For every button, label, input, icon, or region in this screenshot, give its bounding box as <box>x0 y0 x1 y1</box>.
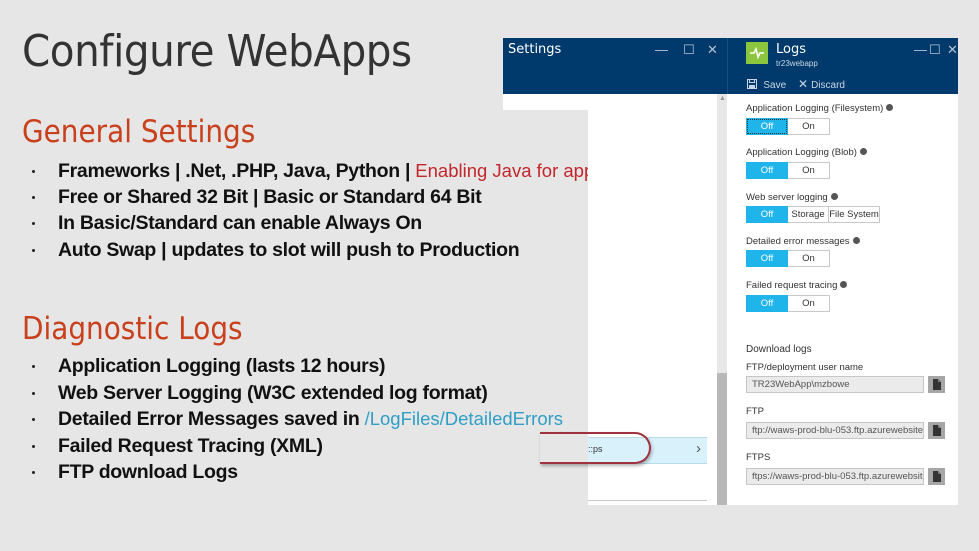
info-icon[interactable] <box>886 104 894 111</box>
toggle-option-off[interactable]: Off <box>746 250 788 267</box>
slide-title: Configure WebApps <box>22 26 412 77</box>
bullet-text: Detailed Error Messages saved in <box>58 408 365 430</box>
copy-icon <box>932 471 941 482</box>
ftp-url-field[interactable]: ftp://waws-prod-blu-053.ftp.azurewebsite… <box>746 422 924 439</box>
discard-button[interactable]: ✕ Discard <box>798 77 845 91</box>
diagnostic-logs-list: Application Logging (lasts 12 hours) Web… <box>30 353 563 486</box>
bullet-dot <box>32 248 35 252</box>
minimize-button[interactable]: — <box>655 42 668 57</box>
app-logging-filesystem-toggle[interactable]: Off On <box>746 118 830 135</box>
bullet-item: Detailed Error Messages saved in /LogFil… <box>30 406 563 433</box>
label-text: Failed request tracing <box>746 280 838 291</box>
toggle-option-off[interactable]: Off <box>746 206 788 223</box>
label-text: Detailed error messages <box>746 236 850 247</box>
label-text: Web server logging <box>746 192 828 203</box>
toggle-option-off[interactable]: Off <box>746 295 788 312</box>
save-button[interactable]: Save <box>747 77 786 91</box>
ftp-label: FTP <box>746 406 764 417</box>
toggle-option-on[interactable]: On <box>788 118 830 135</box>
discard-icon: ✕ <box>798 77 809 91</box>
bullet-item: Failed Request Tracing (XML) <box>30 433 563 460</box>
settings-blade-title: Settings <box>508 42 562 57</box>
bullet-text: Auto Swap | updates to slot will push to… <box>58 238 520 261</box>
ftps-url-field[interactable]: ftps://waws-prod-blu-053.ftp.azurewebsit… <box>746 468 924 485</box>
bullet-text: FTP download Logs <box>58 461 238 483</box>
bullet-item: Application Logging (lasts 12 hours) <box>30 353 563 380</box>
close-button[interactable]: ✕ <box>707 42 718 58</box>
toggle-option-on[interactable]: On <box>788 162 830 179</box>
app-logging-blob-toggle[interactable]: Off On <box>746 162 830 179</box>
toggle-option-off[interactable]: Off <box>746 162 788 179</box>
settings-blade-body-top <box>503 94 717 110</box>
info-icon[interactable] <box>840 281 848 288</box>
failed-request-tracing-label: Failed request tracing <box>746 280 848 291</box>
bullet-dot <box>32 365 35 368</box>
bullet-item: Web Server Logging (W3C extended log for… <box>30 380 563 407</box>
divider <box>588 500 707 501</box>
bullet-text: Web Server Logging (W3C extended log for… <box>58 381 488 404</box>
discard-label: Discard <box>811 80 845 91</box>
toggle-option-off[interactable]: Off <box>746 118 788 135</box>
info-icon[interactable] <box>852 237 860 244</box>
bullet-dot <box>32 170 35 173</box>
activity-pulse-icon <box>746 42 768 64</box>
label-text: Application Logging (Blob) <box>746 147 857 158</box>
bullet-text: Free or Shared 32 Bit | Basic or Standar… <box>58 185 482 208</box>
ftp-user-field[interactable]: TR23WebApp\mzbowe <box>746 376 924 393</box>
ftps-label: FTPS <box>746 452 771 463</box>
web-server-logging-label: Web server logging <box>746 192 838 203</box>
bullet-dot <box>32 471 35 474</box>
minimize-button[interactable]: — <box>914 42 927 57</box>
web-server-logging-toggle[interactable]: Off Storage File System <box>746 206 880 223</box>
toggle-option-on[interactable]: On <box>788 295 830 312</box>
toggle-option-file-system[interactable]: File System <box>829 206 880 223</box>
logs-blade-subtitle: tr23webapp <box>776 59 818 68</box>
app-logging-blob-label: Application Logging (Blob) <box>746 147 867 158</box>
copy-button[interactable] <box>928 422 945 439</box>
settings-scrollbar[interactable]: ▲ <box>717 94 727 505</box>
failed-request-tracing-toggle[interactable]: Off On <box>746 295 830 312</box>
download-logs-heading: Download logs <box>746 344 812 355</box>
bullet-text: In Basic/Standard can enable Always On <box>58 212 422 234</box>
bullet-text: Frameworks | .Net, .PHP, Java, Python | <box>58 160 416 182</box>
bullet-dot <box>32 418 35 421</box>
bullet-item: FTP download Logs <box>30 459 563 486</box>
bullet-note: /LogFiles/DetailedErrors <box>364 408 564 429</box>
detailed-error-messages-label: Detailed error messages <box>746 236 860 247</box>
copy-icon <box>932 379 941 390</box>
copy-button[interactable] <box>928 468 945 485</box>
app-logging-filesystem-label: Application Logging (Filesystem) <box>746 103 894 114</box>
general-settings-heading: General Settings <box>22 114 256 150</box>
toggle-option-on[interactable]: On <box>788 250 830 267</box>
save-icon <box>747 77 760 91</box>
scrollbar-thumb[interactable] <box>717 373 727 505</box>
chevron-right-icon: › <box>696 440 701 457</box>
toggle-option-storage[interactable]: Storage <box>788 206 829 223</box>
bullet-dot <box>32 391 35 395</box>
copy-icon <box>932 425 941 436</box>
close-button[interactable]: ✕ <box>947 42 958 58</box>
bullet-dot <box>32 222 35 225</box>
highlight-annotation <box>540 432 651 464</box>
maximize-button[interactable]: ☐ <box>683 42 695 58</box>
detailed-error-messages-toggle[interactable]: Off On <box>746 250 830 267</box>
info-icon[interactable] <box>830 193 838 200</box>
diagnostic-logs-heading: Diagnostic Logs <box>22 311 243 347</box>
save-label: Save <box>763 80 787 91</box>
settings-blade-header: Settings — ☐ ✕ <box>503 38 727 94</box>
ftp-user-label: FTP/deployment user name <box>746 362 864 373</box>
copy-button[interactable] <box>928 376 945 393</box>
bullet-dot <box>32 444 35 448</box>
bullet-text: Failed Request Tracing (XML) <box>58 434 323 457</box>
bullet-text: Application Logging (lasts 12 hours) <box>58 355 386 377</box>
maximize-button[interactable]: ☐ <box>929 42 941 58</box>
info-icon[interactable] <box>859 148 867 155</box>
scroll-up-icon[interactable]: ▲ <box>719 95 726 102</box>
logs-blade-title: Logs <box>776 42 806 57</box>
bullet-dot <box>32 195 35 199</box>
label-text: Application Logging (Filesystem) <box>746 103 884 114</box>
